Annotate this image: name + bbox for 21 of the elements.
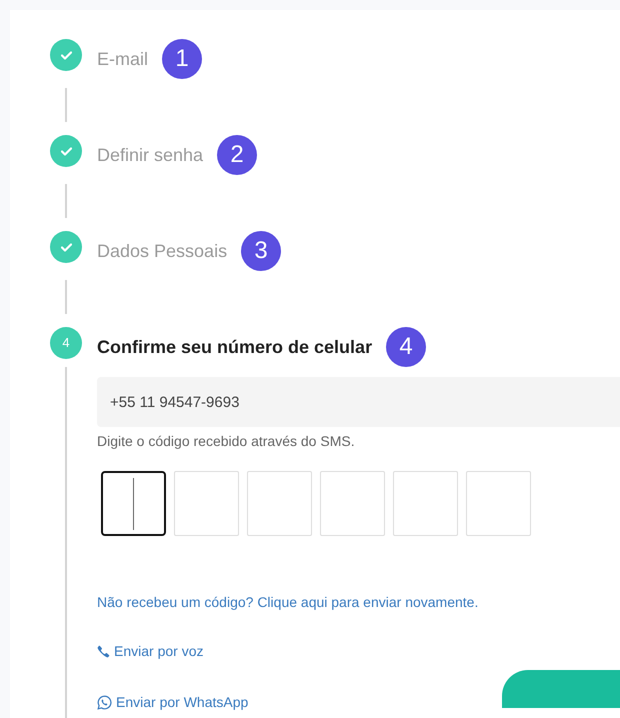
step-title: Definir senha <box>97 144 204 167</box>
check-icon <box>60 242 72 252</box>
number-badge: 4 <box>386 327 426 367</box>
number-badge: 3 <box>241 231 282 271</box>
action-button[interactable] <box>502 670 620 708</box>
number-badge: 1 <box>162 39 202 79</box>
check-icon <box>60 50 72 60</box>
check-icon <box>60 146 72 156</box>
chat-bubble-phone-icon <box>97 695 112 710</box>
step-title: Dados Pessoais <box>97 240 228 263</box>
send-option-link[interactable]: Enviar por WhatsApp <box>116 692 248 713</box>
hint-text: Digite o código recebido através do SMS. <box>97 432 356 451</box>
step-marker: 4 <box>50 327 82 359</box>
number-badge: 2 <box>217 135 258 175</box>
code-digit-field[interactable] <box>101 471 166 536</box>
step-title: E-mail <box>97 48 148 71</box>
step-title: Confirme seu número de celular <box>97 336 372 359</box>
send-option-link[interactable]: Enviar por voz <box>114 641 204 662</box>
resend-link[interactable]: Não recebeu um código? Clique aqui para enviar novamente. <box>97 592 478 613</box>
phone-field[interactable]: +55 11 94547-9693 <box>97 377 620 427</box>
phone-icon <box>97 645 110 658</box>
